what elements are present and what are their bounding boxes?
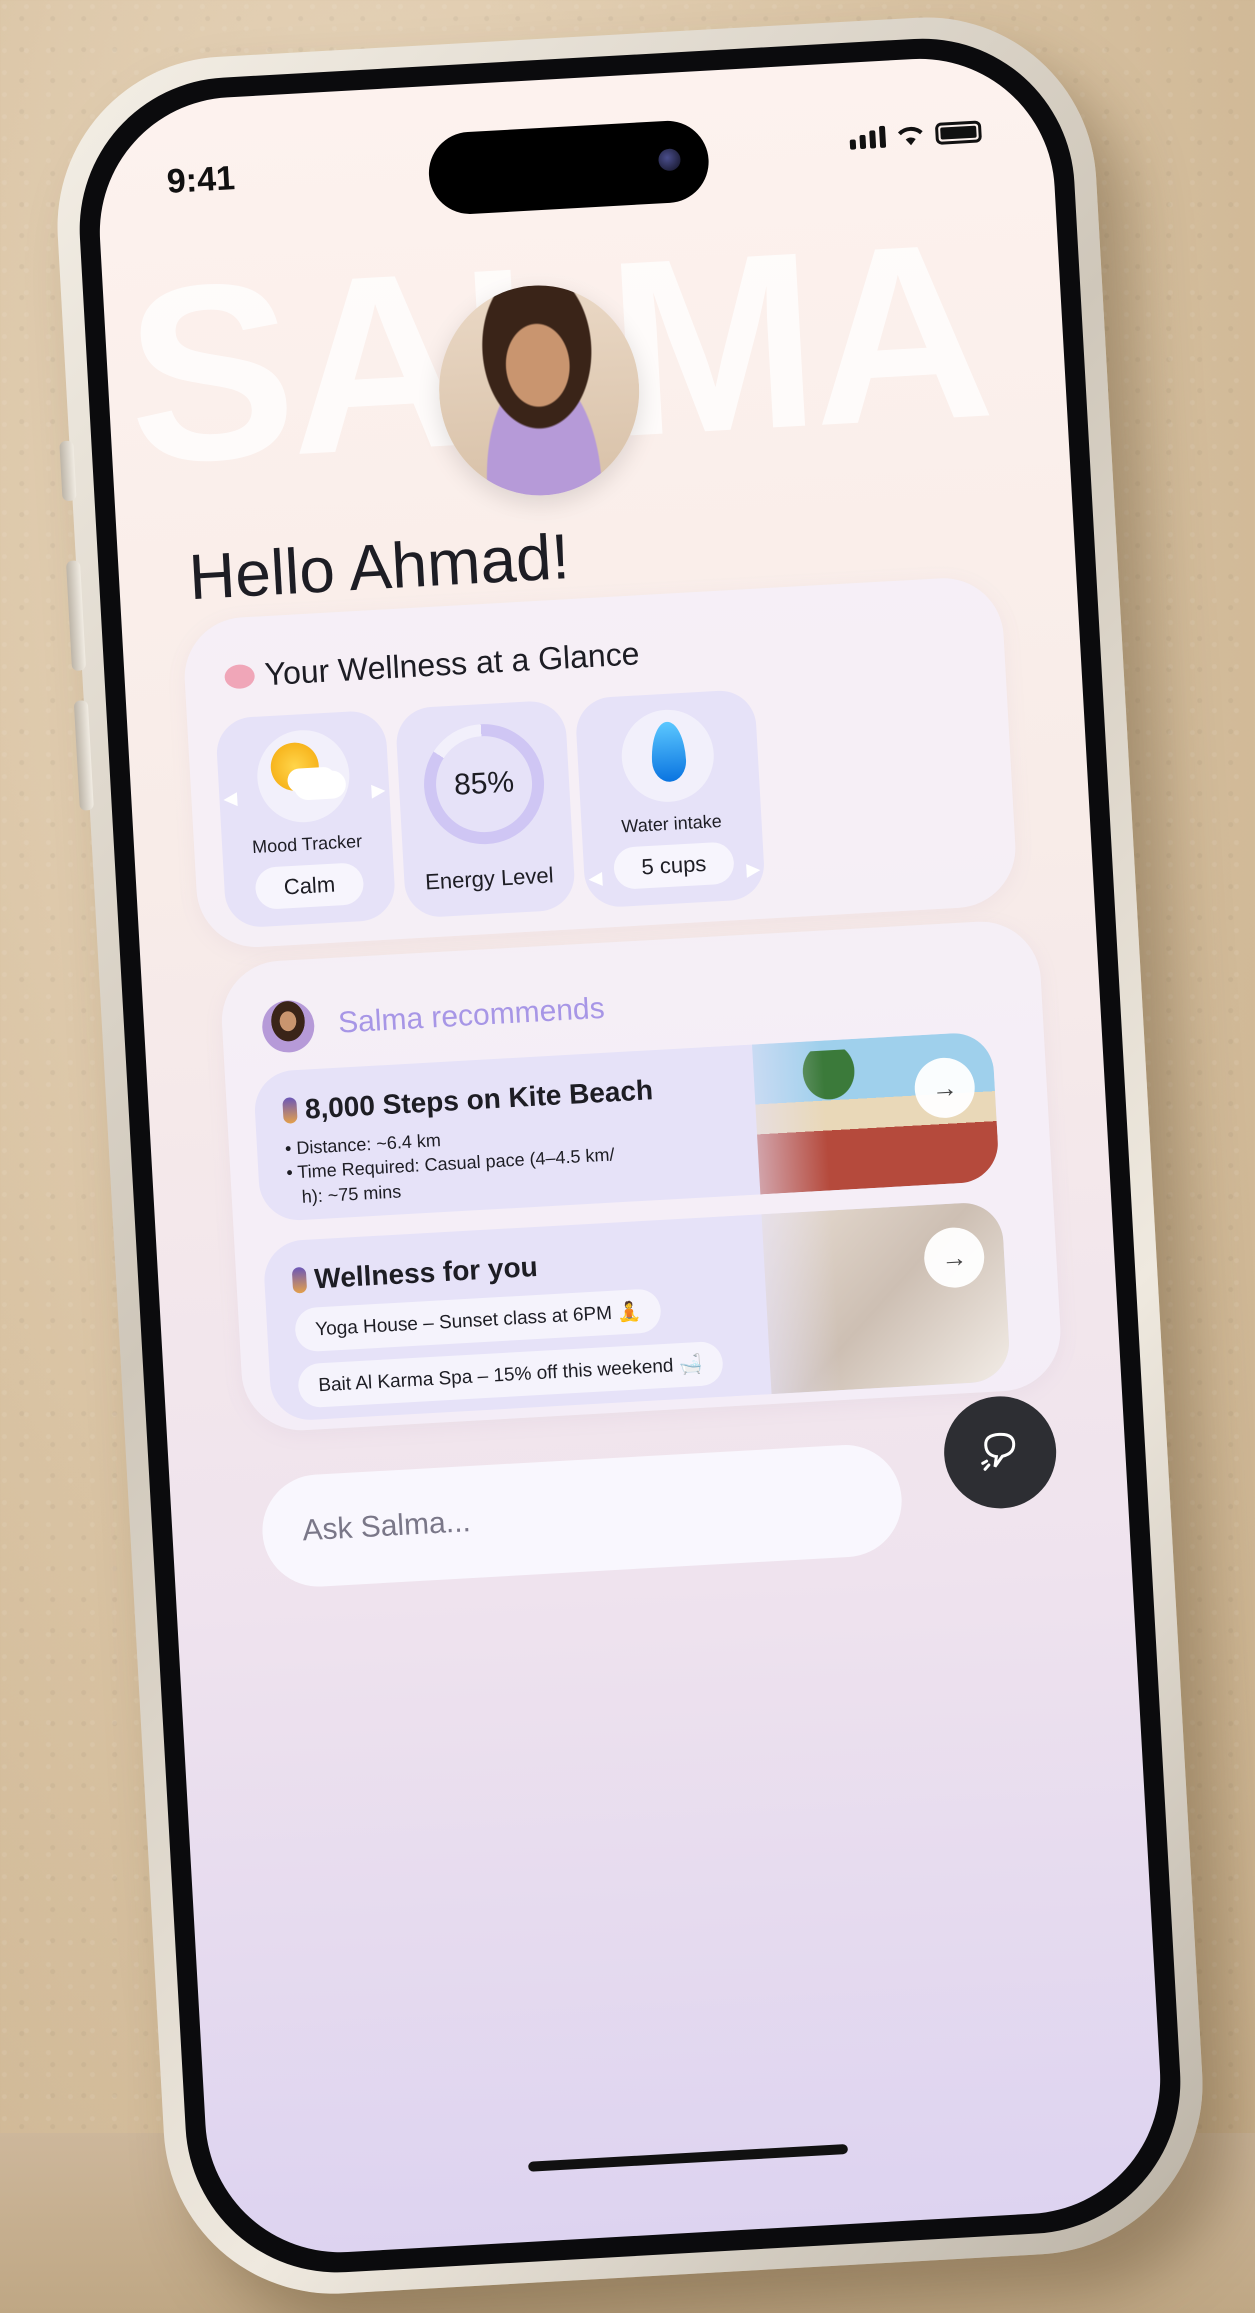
photo-fade bbox=[711, 1210, 842, 1397]
water-intake-tile[interactable]: ◀ ▶ Water intake 5 cups bbox=[574, 688, 766, 909]
status-time: 9:41 bbox=[165, 159, 236, 201]
water-label: Water intake bbox=[620, 810, 723, 837]
mood-label: Mood Tracker bbox=[251, 831, 363, 858]
recommendations-title: Salma recommends bbox=[337, 991, 606, 1040]
dynamic-island bbox=[426, 118, 711, 217]
walking-icon bbox=[282, 1097, 298, 1124]
mood-tracker-tile[interactable]: ◀ ▶ Mood Tracker Calm bbox=[215, 709, 397, 929]
photo-fade bbox=[702, 1040, 831, 1198]
recommendations-card: Salma recommends → 8,000 Steps on Kite B… bbox=[218, 918, 1064, 1434]
mood-icon-circle bbox=[254, 727, 352, 825]
chevron-right-icon[interactable]: ▶ bbox=[371, 780, 386, 802]
chevron-right-icon[interactable]: ▶ bbox=[746, 859, 761, 881]
ask-input[interactable]: Ask Salma... bbox=[259, 1442, 905, 1590]
wellness-title: Your Wellness at a Glance bbox=[223, 635, 641, 695]
camera-icon bbox=[657, 148, 682, 172]
water-icon-circle bbox=[619, 707, 717, 805]
recommendation-wellness[interactable]: → Wellness for you Yoga House – Sunset c… bbox=[262, 1200, 1012, 1422]
energy-label: Energy Level bbox=[424, 862, 555, 895]
battery-icon bbox=[934, 120, 983, 145]
recommendations-header: Salma recommends bbox=[260, 983, 606, 1054]
assistant-mini-avatar bbox=[260, 999, 316, 1054]
chevron-left-icon[interactable]: ◀ bbox=[588, 868, 603, 890]
recommendation-steps[interactable]: → 8,000 Steps on Kite Beach Distance: ~6… bbox=[252, 1031, 1001, 1223]
voice-icon bbox=[981, 1432, 1016, 1471]
cloud-icon bbox=[293, 769, 347, 801]
energy-ring: 85% bbox=[420, 720, 548, 848]
home-indicator bbox=[528, 2143, 849, 2172]
wellness-content: Wellness for you Yoga House – Sunset cla… bbox=[291, 1241, 724, 1409]
offer-spa[interactable]: Bait Al Karma Spa – 15% off this weekend… bbox=[297, 1340, 724, 1409]
status-icons bbox=[849, 119, 983, 150]
energy-value: 85% bbox=[453, 765, 515, 802]
phone-device: 9:41 SALMA Hello Ahmad! Your Wellness at… bbox=[0, 0, 1255, 2313]
wifi-icon bbox=[897, 126, 923, 146]
chevron-left-icon[interactable]: ◀ bbox=[223, 788, 238, 810]
steps-content: 8,000 Steps on Kite Beach Distance: ~6.4… bbox=[282, 1074, 658, 1209]
signal-icon bbox=[849, 125, 887, 150]
wellness-card: Your Wellness at a Glance ◀ ▶ Mood Track… bbox=[181, 574, 1019, 951]
water-drop-icon bbox=[649, 720, 688, 783]
app-screen: 9:41 SALMA Hello Ahmad! Your Wellness at… bbox=[92, 51, 1168, 2260]
wellness-title-text: Your Wellness at a Glance bbox=[263, 635, 641, 693]
mood-value: Calm bbox=[254, 862, 365, 910]
water-value: 5 cups bbox=[612, 841, 736, 890]
brain-icon bbox=[223, 663, 256, 689]
voice-button[interactable] bbox=[941, 1393, 1060, 1512]
greeting-title: Hello Ahmad! bbox=[187, 520, 572, 614]
steps-title-text: 8,000 Steps on Kite Beach bbox=[304, 1074, 654, 1125]
energy-level-tile[interactable]: 85% Energy Level bbox=[394, 699, 577, 919]
walking-icon bbox=[291, 1266, 308, 1294]
